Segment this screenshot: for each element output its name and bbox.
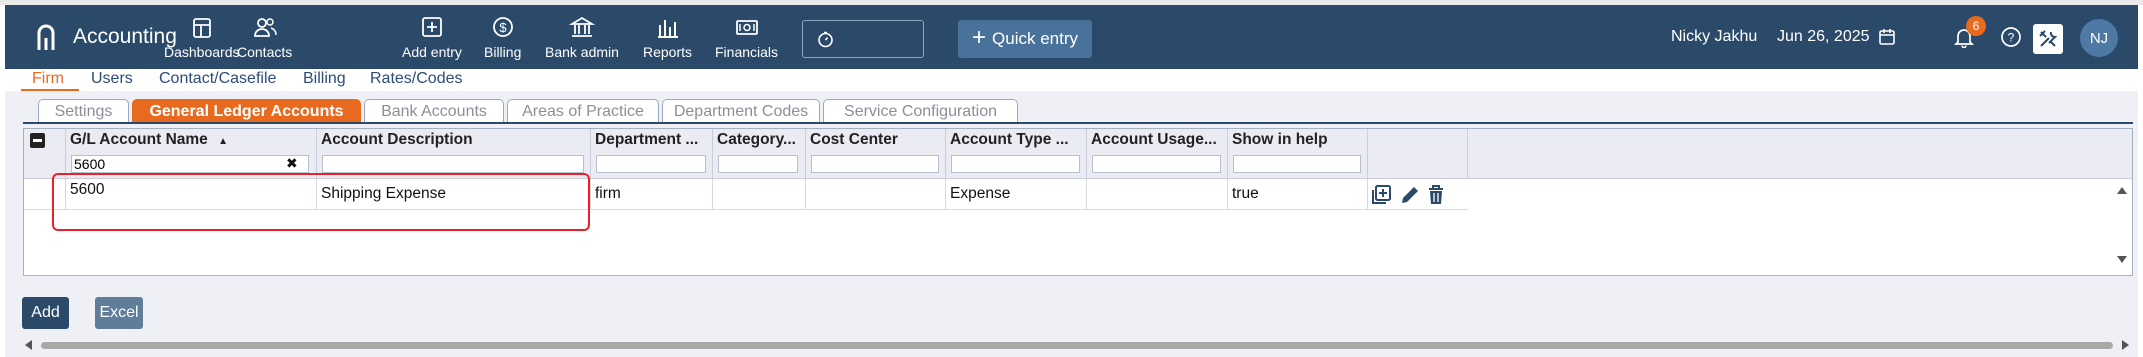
scrollbar-thumb[interactable] (41, 342, 2113, 349)
top-navbar: Accounting Dashboards Contacts Add entry… (5, 5, 2138, 69)
svg-text:$: $ (499, 20, 507, 35)
col-account-type[interactable]: Account Type ... (946, 129, 1087, 179)
add-entry-icon (422, 17, 442, 37)
cell-category (713, 179, 806, 210)
scroll-left-arrow[interactable] (25, 340, 32, 350)
filter-category[interactable] (718, 155, 798, 173)
calendar-icon (1878, 29, 1895, 45)
app-brand[interactable]: Accounting (35, 5, 177, 69)
tab-department-codes[interactable]: Department Codes (662, 99, 820, 123)
help-button[interactable]: ? (2000, 5, 2022, 69)
current-date[interactable]: Jun 26, 2025 (1777, 5, 1896, 69)
grid-scroll-down-arrow[interactable] (2117, 256, 2127, 263)
app-title: Accounting (73, 25, 177, 48)
tab-areas-of-practice[interactable]: Areas of Practice (507, 99, 659, 123)
tabs-underline (23, 122, 2133, 124)
scroll-right-arrow[interactable] (2122, 340, 2129, 350)
cell-account-type: Expense (946, 179, 1087, 210)
highlight-annotation-box (52, 173, 590, 231)
contacts-icon (253, 18, 277, 37)
subnav-firm[interactable]: Firm (32, 70, 64, 88)
plus-icon: + (972, 24, 987, 51)
filter-show-in-help[interactable] (1233, 155, 1361, 173)
col-gl-account-name[interactable]: G/L Account Name ▲ ✖ (66, 129, 317, 179)
bank-icon (568, 16, 595, 37)
cell-cost-center (806, 179, 946, 210)
filter-department[interactable] (596, 155, 706, 173)
subnav-rates-codes[interactable]: Rates/Codes (370, 70, 463, 88)
quick-entry-button[interactable]: + Quick entry (958, 20, 1092, 58)
col-account-description[interactable]: Account Description (317, 129, 591, 179)
select-all-column (24, 129, 66, 179)
col-cost-center[interactable]: Cost Center (806, 129, 946, 179)
timer-button[interactable] (802, 20, 924, 58)
dashboard-icon (192, 18, 211, 38)
col-title: G/L Account Name ▲ (70, 131, 229, 148)
nav-dashboards[interactable]: Dashboards (164, 15, 240, 65)
duplicate-icon[interactable] (1369, 183, 1393, 207)
add-button[interactable]: Add (22, 297, 69, 329)
edit-icon[interactable] (1399, 184, 1421, 206)
cell-show-in-help: true (1228, 179, 1368, 210)
collapse-all-icon[interactable] (30, 133, 45, 148)
nav-bank-admin[interactable]: Bank admin (545, 15, 619, 65)
filter-account-type[interactable] (951, 155, 1080, 173)
cell-account-usage (1087, 179, 1228, 210)
subnav-active-indicator (21, 89, 79, 91)
financials-icon (735, 20, 758, 35)
stopwatch-icon (818, 31, 833, 48)
grid-scroll-up-arrow[interactable] (2117, 187, 2127, 194)
billing-icon: $ (492, 17, 513, 37)
svg-text:?: ? (2008, 31, 2015, 45)
nav-contacts[interactable]: Contacts (237, 15, 292, 65)
cell-department: firm (591, 179, 713, 210)
col-account-usage[interactable]: Account Usage... (1087, 129, 1228, 179)
reports-icon (657, 20, 678, 38)
row-actions (1369, 179, 1445, 210)
excel-export-button[interactable]: Excel (95, 297, 143, 329)
nav-billing[interactable]: $ Billing (484, 15, 521, 65)
tab-settings[interactable]: Settings (38, 99, 129, 123)
app-logo-icon (37, 24, 55, 50)
filter-cost-center[interactable] (811, 155, 939, 173)
filter-account-description[interactable] (322, 155, 584, 173)
notifications-button[interactable] (1953, 5, 1975, 69)
delete-icon[interactable] (1427, 184, 1445, 206)
filter-account-usage[interactable] (1092, 155, 1221, 173)
settings-subnav: Firm Users Contact/Casefile Billing Rate… (5, 69, 2138, 91)
subnav-users[interactable]: Users (91, 70, 133, 88)
subnav-contact-casefile[interactable]: Contact/Casefile (159, 70, 276, 88)
col-show-in-help[interactable]: Show in help (1228, 129, 1368, 179)
tab-general-ledger-accounts[interactable]: General Ledger Accounts (132, 99, 361, 123)
col-department[interactable]: Department ... (591, 129, 713, 179)
settings-tabs: Settings General Ledger Accounts Bank Ac… (5, 99, 2138, 123)
notification-badge: 6 (1966, 16, 1986, 36)
filter-gl-account-name[interactable] (71, 155, 309, 173)
col-actions (1368, 129, 1468, 179)
sort-ascending-icon: ▲ (218, 136, 229, 147)
tab-service-configuration[interactable]: Service Configuration (823, 99, 1018, 123)
nav-reports[interactable]: Reports (643, 15, 692, 65)
subnav-billing[interactable]: Billing (303, 70, 346, 88)
nav-add-entry[interactable]: Add entry (402, 15, 462, 65)
help-icon: ? (2001, 27, 2021, 47)
horizontal-scrollbar[interactable] (23, 339, 2133, 351)
user-name[interactable]: Nicky Jakhu (1671, 5, 1757, 69)
tools-button[interactable] (2033, 24, 2063, 54)
nav-financials[interactable]: Financials (715, 15, 778, 65)
grid-header: G/L Account Name ▲ ✖ Account Description… (24, 129, 2132, 179)
tab-bank-accounts[interactable]: Bank Accounts (364, 99, 504, 123)
tools-icon (2039, 30, 2058, 47)
col-category[interactable]: Category... (713, 129, 806, 179)
user-avatar[interactable]: NJ (2080, 19, 2118, 57)
clear-filter-icon[interactable]: ✖ (286, 155, 298, 172)
